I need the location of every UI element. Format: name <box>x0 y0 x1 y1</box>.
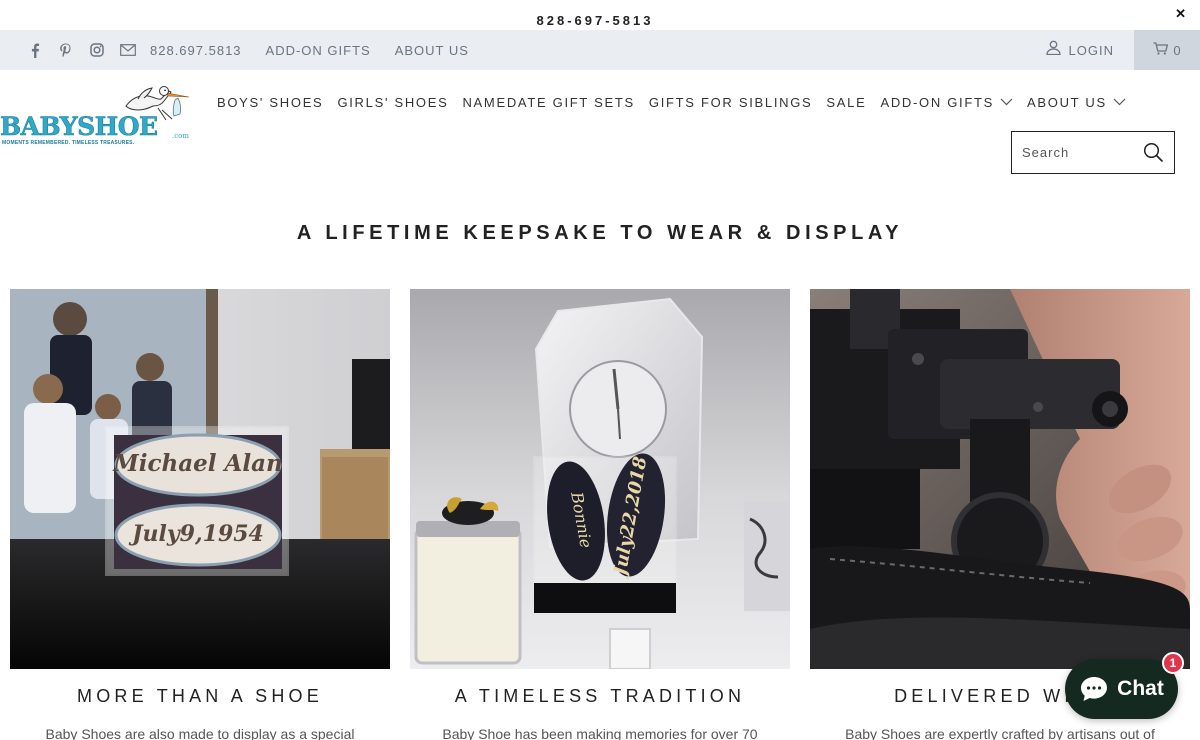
card-description: Baby Shoes are also made to display as a… <box>45 726 355 740</box>
card-description: Baby Shoes are expertly crafted by artis… <box>845 726 1155 740</box>
main-nav: BOYS' SHOES GIRLS' SHOES NAMEDATE GIFT S… <box>217 92 1126 112</box>
user-icon <box>1045 40 1061 60</box>
engraving-text: Michael Alan <box>112 450 282 477</box>
nav-item-boys-shoes[interactable]: BOYS' SHOES <box>217 95 323 110</box>
top-phone-link[interactable]: 828.697.5813 <box>150 43 242 58</box>
cart-count: 0 <box>1173 42 1181 58</box>
cart-button[interactable]: 0 <box>1134 30 1200 70</box>
nav-label: SALE <box>826 94 867 110</box>
nav-label: GIRLS' SHOES <box>337 94 449 110</box>
logo-tagline: MOMENTS REMEMBERED. TIMELESS TREASURES. <box>2 140 135 146</box>
nav-item-namedate-gift-sets[interactable]: NAMEDATE GIFT SETS <box>462 95 634 110</box>
card-description: Baby Shoe has been making memories for o… <box>442 726 758 740</box>
engraving-text: July9,1954 <box>128 521 264 547</box>
search-icon[interactable] <box>1143 142 1164 163</box>
chat-notification-badge: 1 <box>1162 652 1184 674</box>
chat-button[interactable]: Chat 1 <box>1065 652 1184 719</box>
card-title: MORE THAN A SHOE <box>77 686 323 706</box>
nav-item-add-on-gifts[interactable]: ADD-ON GIFTS <box>880 95 1013 110</box>
email-icon[interactable] <box>119 42 136 59</box>
feature-card: Michael Alan July9,1954 MORE THAN A SHOE… <box>10 289 390 740</box>
top-bar: 828.697.5813 ADD-ON GIFTS ABOUT US LOGIN… <box>0 30 1200 70</box>
card-image-artisan-crafted[interactable] <box>810 289 1190 669</box>
top-link-about-us[interactable]: ABOUT US <box>395 43 469 58</box>
card-image-timeless-tradition[interactable]: Bonnie July22,2018 <box>410 289 790 669</box>
chat-bubble-icon <box>1081 677 1108 701</box>
nav-label: NAMEDATE GIFT SETS <box>462 94 635 110</box>
chat-label: Chat <box>1117 677 1164 700</box>
nav-item-sale[interactable]: SALE <box>826 95 866 110</box>
chevron-down-icon <box>1113 98 1126 106</box>
feature-card: DELIVERED WITH Baby Shoes are expertly c… <box>810 289 1190 740</box>
logo-wordmark: BABYSHOE <box>0 112 158 142</box>
card-image-keepsake-display[interactable]: Michael Alan July9,1954 <box>10 289 390 669</box>
search-input[interactable] <box>1022 145 1140 160</box>
section-heading: A LIFETIME KEEPSAKE TO WEAR & DISPLAY <box>296 222 904 244</box>
nav-label: GIFTS FOR SIBLINGS <box>648 94 813 110</box>
nav-label: BOYS' SHOES <box>217 94 324 110</box>
card-title: A TIMELESS TRADITION <box>454 686 746 706</box>
nav-item-about-us[interactable]: ABOUT US <box>1027 95 1126 110</box>
cart-icon <box>1153 42 1169 58</box>
nav-item-gifts-for-siblings[interactable]: GIFTS FOR SIBLINGS <box>649 95 813 110</box>
login-label: LOGIN <box>1068 42 1114 58</box>
chevron-down-icon <box>1000 98 1013 106</box>
social-links <box>26 30 136 70</box>
search-box <box>1011 131 1175 174</box>
announcement-phone[interactable]: 828-697-5813 <box>0 13 1190 28</box>
top-links: 828.697.5813 ADD-ON GIFTS ABOUT US <box>150 30 469 70</box>
announcement-bar: 828-697-5813 ✕ <box>0 0 1200 30</box>
top-link-add-on-gifts[interactable]: ADD-ON GIFTS <box>266 43 371 58</box>
nav-label: ADD-ON GIFTS <box>880 94 995 110</box>
logo-suffix: .com <box>172 132 189 140</box>
close-icon[interactable]: ✕ <box>1175 6 1186 22</box>
site-logo[interactable]: BABYSHOE .com MOMENTS REMEMBERED. TIMELE… <box>0 84 196 150</box>
instagram-icon[interactable] <box>88 42 105 59</box>
feature-card: Bonnie July22,2018 A TIMELESS TRADITION … <box>410 289 790 740</box>
facebook-icon[interactable] <box>26 42 43 59</box>
login-link[interactable]: LOGIN <box>1045 30 1114 70</box>
nav-item-girls-shoes[interactable]: GIRLS' SHOES <box>337 95 448 110</box>
pinterest-icon[interactable] <box>57 42 74 59</box>
nav-label: ABOUT US <box>1027 94 1107 110</box>
